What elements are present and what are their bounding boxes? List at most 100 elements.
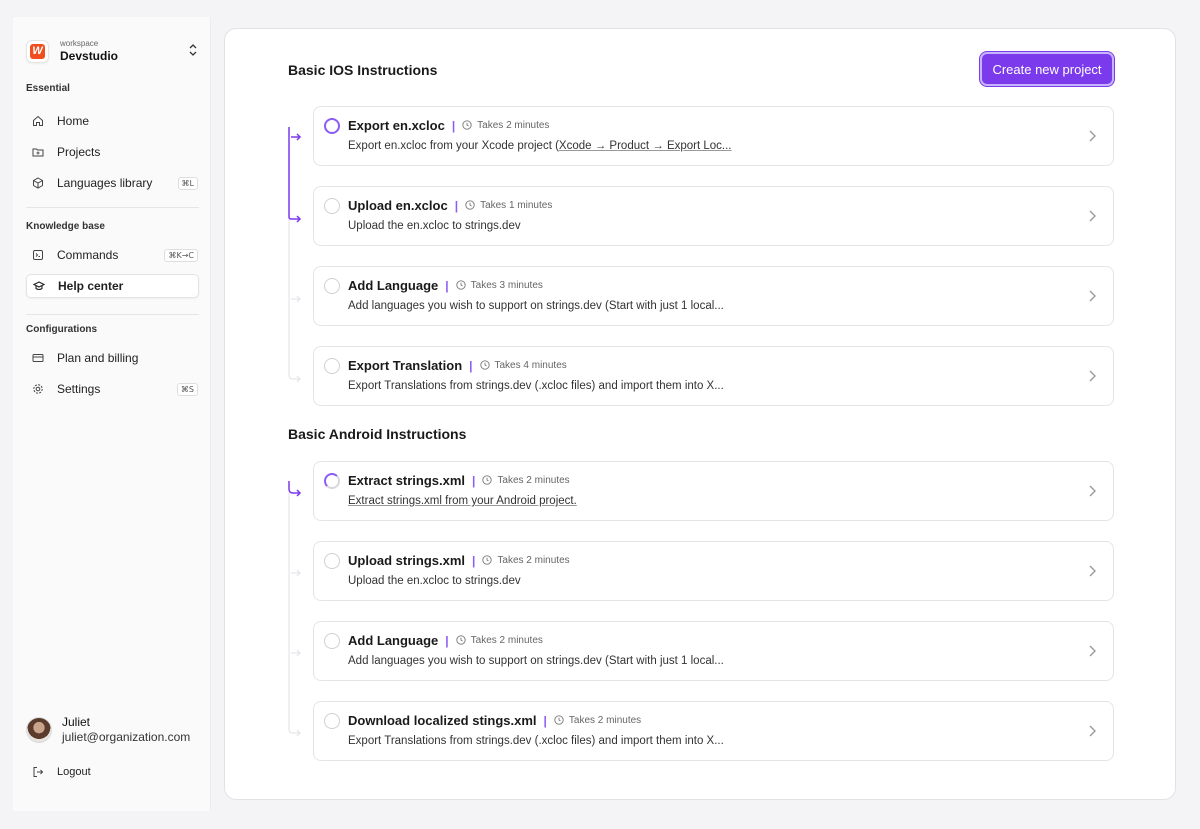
divider	[26, 314, 199, 315]
graduation-cap-icon	[32, 279, 46, 293]
terminal-icon	[31, 248, 45, 262]
step-card[interactable]: Export Translation | Takes 4 minutes Expor…	[313, 346, 1114, 406]
avatar	[26, 717, 52, 743]
create-new-project-button[interactable]: Create new project	[980, 52, 1114, 86]
sidebar: W workspace Devstudio Essential Home Pro…	[13, 17, 211, 811]
step-title: Add Language	[348, 278, 439, 293]
workspace-name: Devstudio	[60, 48, 119, 63]
step-card[interactable]: Upload en.xcloc | Takes 1 minutes Upload t…	[313, 186, 1114, 246]
step-title: Extract strings.xml	[348, 473, 466, 488]
step-title: Add Language	[348, 633, 439, 648]
step-duration: Takes 2 minutes	[477, 119, 550, 131]
step-description: Add languages you wish to support on str…	[348, 300, 724, 312]
step-card[interactable]: Add Language | Takes 2 minutes Add languag…	[313, 621, 1114, 681]
sidebar-item-label: Projects	[57, 145, 101, 159]
step-status-in-progress-icon	[324, 473, 340, 489]
step-card[interactable]: Export en.xcloc | Takes 2 minutes Export e…	[313, 106, 1114, 166]
chevron-right-icon[interactable]	[1087, 129, 1097, 143]
credit-card-icon	[31, 351, 45, 365]
clock-icon	[455, 280, 466, 290]
step-card[interactable]: Download localized stings.xml | Takes 2 mi…	[313, 701, 1114, 761]
group-title-ios: Basic IOS Instructions	[288, 62, 438, 78]
step-description: Export Translations from strings.dev (.x…	[348, 735, 724, 747]
clock-icon	[482, 475, 493, 485]
shortcut-badge: ⌘K→C	[164, 248, 198, 262]
workspace-switcher[interactable]: W workspace Devstudio	[26, 37, 198, 65]
chevron-right-icon[interactable]	[1087, 369, 1097, 383]
shortcut-badge: ⌘S	[176, 382, 198, 396]
sidebar-item-commands[interactable]: Commands ⌘K→C	[26, 243, 199, 267]
folder-icon	[31, 145, 45, 159]
clock-icon	[554, 715, 564, 725]
section-label-configurations: Configurations	[26, 324, 98, 335]
sidebar-item-label: Help center	[58, 279, 124, 293]
step-title: Download localized stings.xml	[348, 713, 537, 728]
chevron-right-icon[interactable]	[1087, 564, 1097, 578]
step-description: Add languages you wish to support on str…	[348, 655, 724, 667]
divider	[26, 207, 199, 208]
step-status-todo-icon	[324, 278, 340, 294]
step-status-todo-icon	[324, 553, 340, 569]
sidebar-item-settings[interactable]: Settings ⌘S	[26, 377, 199, 401]
step-duration: Takes 2 minutes	[497, 554, 570, 566]
step-duration: Takes 4 minutes	[494, 359, 567, 371]
user-email: juliet@organization.com	[62, 730, 191, 744]
step-title: Upload en.xcloc	[348, 198, 448, 213]
step-card[interactable]: Upload strings.xml | Takes 2 minutes Uploa…	[313, 541, 1114, 601]
step-description: Export Translations from strings.dev (.x…	[348, 380, 724, 392]
sidebar-item-languages-library[interactable]: Languages library ⌘L	[26, 171, 199, 195]
step-connector-line	[288, 481, 302, 737]
group-title-android: Basic Android Instructions	[288, 426, 467, 442]
chevron-right-icon[interactable]	[1087, 484, 1097, 498]
step-duration: Takes 2 minutes	[568, 714, 642, 726]
user-profile[interactable]: Juliet juliet@organization.com	[26, 715, 190, 745]
sidebar-item-projects[interactable]: Projects	[26, 140, 199, 164]
step-duration: Takes 1 minutes	[480, 199, 553, 211]
sidebar-item-home[interactable]: Home	[26, 109, 199, 133]
chevron-right-icon[interactable]	[1087, 724, 1097, 738]
step-title: Export Translation	[348, 358, 463, 373]
sidebar-item-label: Plan and billing	[57, 351, 139, 365]
step-title: Upload strings.xml	[348, 553, 466, 568]
step-status-active-icon	[324, 118, 340, 134]
step-card[interactable]: Add Language | Takes 3 minutes Add languag…	[313, 266, 1114, 326]
chevron-right-icon[interactable]	[1087, 209, 1097, 223]
chevron-right-icon[interactable]	[1087, 644, 1097, 658]
clock-icon	[479, 360, 490, 370]
step-status-todo-icon	[324, 633, 340, 649]
step-card[interactable]: Extract strings.xml | Takes 2 minutes Extr…	[313, 461, 1114, 521]
chevron-right-icon[interactable]	[1087, 289, 1097, 303]
logout-button[interactable]: Logout	[26, 763, 91, 781]
step-duration: Takes 3 minutes	[470, 279, 543, 291]
section-label-essential: Essential	[26, 83, 70, 94]
clock-icon	[462, 120, 472, 130]
main-panel: Basic IOS Instructions Create new projec…	[224, 28, 1176, 800]
sidebar-item-help-center[interactable]: Help center	[26, 274, 199, 298]
sidebar-item-plan-and-billing[interactable]: Plan and billing	[26, 346, 199, 370]
home-icon	[31, 114, 45, 128]
chevron-up-down-icon[interactable]	[188, 44, 198, 56]
clock-icon	[455, 635, 466, 645]
step-description-link[interactable]: Extract strings.xml from your Android pr…	[348, 495, 577, 507]
step-status-todo-icon	[324, 713, 340, 729]
user-name: Juliet	[62, 715, 91, 729]
step-duration: Takes 2 minutes	[470, 634, 543, 646]
step-description-link[interactable]: Xcode → Product → Export Loc...	[559, 140, 732, 152]
step-status-todo-icon	[324, 358, 340, 374]
section-label-knowledge-base: Knowledge base	[26, 221, 105, 232]
step-description: Upload the en.xcloc to strings.dev	[348, 220, 521, 232]
step-description: Export en.xcloc from your Xcode project …	[348, 140, 732, 152]
step-title: Export en.xcloc	[348, 118, 445, 133]
sidebar-item-label: Commands	[57, 248, 119, 262]
gear-icon	[31, 382, 45, 396]
workspace-label: workspace	[60, 38, 99, 48]
step-duration: Takes 2 minutes	[497, 474, 570, 486]
step-description: Upload the en.xcloc to strings.dev	[348, 575, 521, 587]
shortcut-badge: ⌘L	[177, 176, 198, 190]
clock-icon	[482, 555, 493, 565]
step-description-text: Export en.xcloc from your Xcode project …	[348, 140, 559, 152]
cube-icon	[31, 176, 45, 190]
clock-icon	[465, 200, 475, 210]
sidebar-item-label: Languages library	[57, 176, 153, 190]
sidebar-item-label: Settings	[57, 382, 101, 396]
